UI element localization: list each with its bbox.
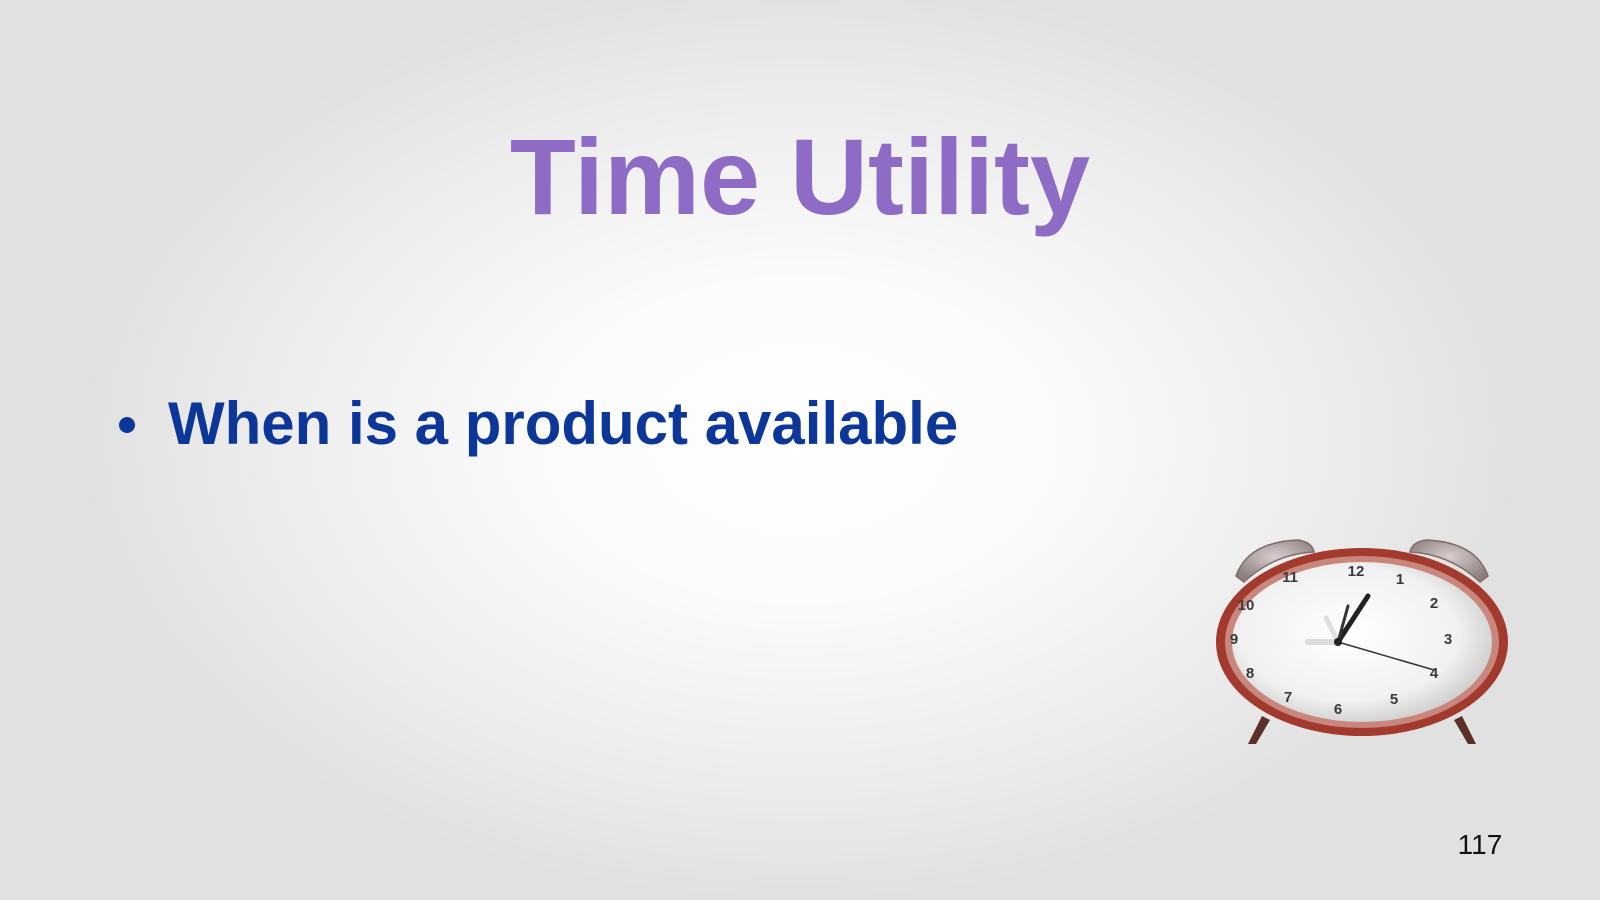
clock-number-12: 12 bbox=[1348, 563, 1365, 580]
bullet-item: When is a product available bbox=[112, 388, 958, 460]
clock-number-10: 10 bbox=[1238, 597, 1255, 614]
clock-number-2: 2 bbox=[1430, 595, 1438, 612]
bullet-text: When is a product available bbox=[168, 390, 959, 457]
slide-title: Time Utility bbox=[509, 116, 1091, 237]
clock-number-6: 6 bbox=[1334, 701, 1342, 718]
bullet-list: When is a product available bbox=[112, 388, 958, 460]
slide: Time Utility When is a product available bbox=[0, 0, 1600, 900]
page-number: 117 bbox=[1457, 829, 1503, 860]
clock-leg-right bbox=[1454, 716, 1476, 744]
clock-number-9: 9 bbox=[1230, 631, 1238, 648]
clock-leg-left bbox=[1248, 716, 1270, 744]
clock-number-8: 8 bbox=[1246, 665, 1254, 682]
clock-number-1: 1 bbox=[1396, 571, 1404, 588]
clock-number-7: 7 bbox=[1284, 689, 1292, 706]
alarm-clock-icon: 12 1 2 3 4 5 6 7 8 9 10 11 bbox=[1208, 536, 1516, 760]
clock-number-11: 11 bbox=[1282, 569, 1298, 586]
clock-face bbox=[1232, 562, 1492, 722]
clock-number-5: 5 bbox=[1390, 691, 1398, 708]
bullet-dot-icon bbox=[119, 417, 135, 433]
clock-number-4: 4 bbox=[1430, 665, 1439, 682]
clock-number-3: 3 bbox=[1444, 631, 1452, 648]
